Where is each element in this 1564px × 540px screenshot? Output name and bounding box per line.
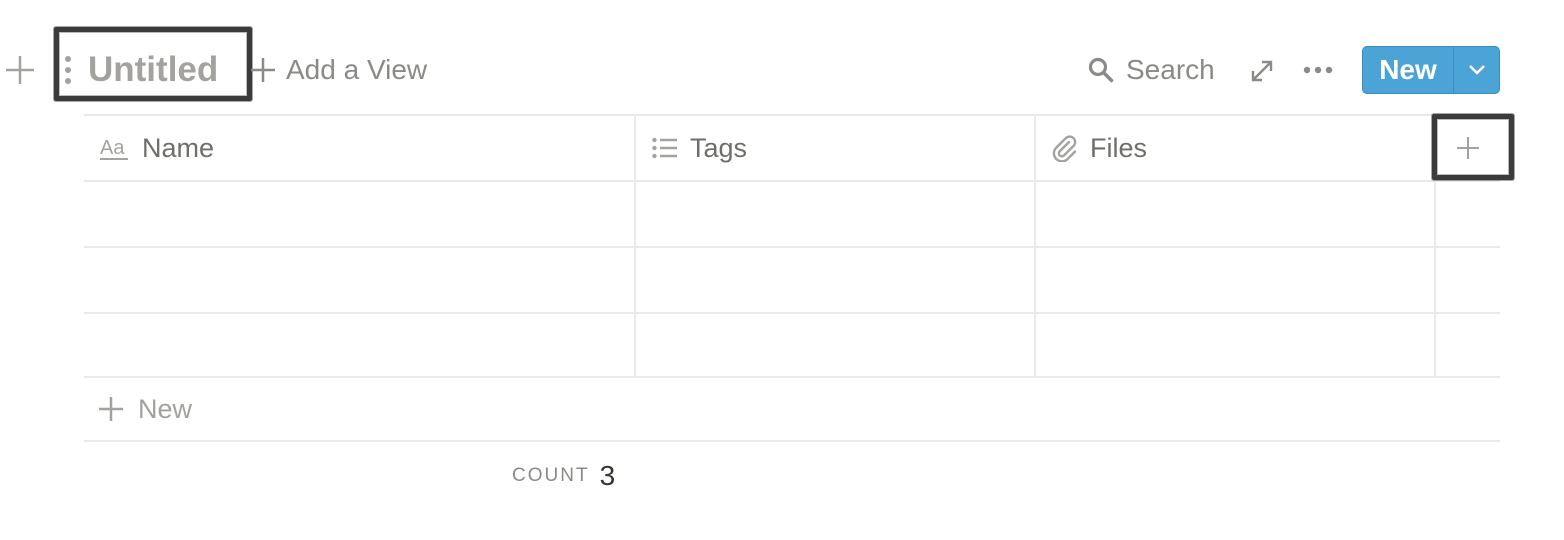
database-toolbar: Untitled Add a View Search New: [0, 27, 1564, 110]
more-icon[interactable]: [1302, 60, 1334, 80]
chevron-down-icon: [1468, 65, 1485, 75]
cell-files[interactable]: [1034, 248, 1434, 312]
cell-files[interactable]: [1034, 314, 1434, 376]
svg-text:Aa: Aa: [100, 137, 125, 159]
table-row[interactable]: [84, 312, 1500, 378]
search-icon: [1088, 57, 1114, 83]
cell-tags[interactable]: [634, 182, 1034, 246]
count-value: 3: [599, 460, 616, 491]
cell-spacer: [1434, 182, 1500, 246]
highlight-box-add-column: [1432, 114, 1514, 180]
new-dropdown-button[interactable]: [1454, 47, 1499, 93]
add-row-button[interactable]: New: [84, 378, 1500, 442]
highlight-box-title: [54, 27, 252, 101]
add-view-button[interactable]: Add a View: [250, 52, 427, 88]
column-header-name[interactable]: Aa Name: [84, 116, 634, 180]
search-label: Search: [1126, 54, 1215, 85]
paperclip-icon: [1052, 135, 1077, 162]
plus-icon: [251, 58, 275, 82]
table-row[interactable]: [84, 180, 1500, 246]
column-header-label: Files: [1090, 132, 1148, 163]
database-table: Aa Name Tags Files: [84, 114, 1500, 378]
search-button[interactable]: Search: [1088, 52, 1215, 88]
text-icon: Aa: [100, 137, 128, 160]
count-label: COUNT: [512, 465, 590, 486]
add-block-plus-icon[interactable]: [4, 54, 36, 86]
count-summary[interactable]: COUNT 3: [512, 458, 615, 494]
new-button-group: New: [1362, 46, 1500, 94]
column-header-label: Tags: [690, 132, 748, 163]
add-view-label: Add a View: [286, 54, 428, 85]
cell-name[interactable]: [84, 248, 634, 312]
cell-spacer: [1434, 248, 1500, 312]
column-header-files[interactable]: Files: [1034, 116, 1434, 180]
cell-files[interactable]: [1034, 182, 1434, 246]
expand-icon[interactable]: [1249, 58, 1275, 84]
add-row-label: New: [138, 393, 193, 424]
cell-tags[interactable]: [634, 248, 1034, 312]
table-row[interactable]: [84, 246, 1500, 312]
column-header-tags[interactable]: Tags: [634, 116, 1034, 180]
cell-spacer: [1434, 314, 1500, 376]
list-icon: [652, 137, 677, 159]
cell-name[interactable]: [84, 182, 634, 246]
column-header-label: Name: [142, 132, 215, 163]
cell-tags[interactable]: [634, 314, 1034, 376]
table-header-row: Aa Name Tags Files: [84, 114, 1500, 180]
new-button[interactable]: New: [1363, 47, 1454, 93]
cell-name[interactable]: [84, 314, 634, 376]
plus-icon: [99, 397, 123, 421]
